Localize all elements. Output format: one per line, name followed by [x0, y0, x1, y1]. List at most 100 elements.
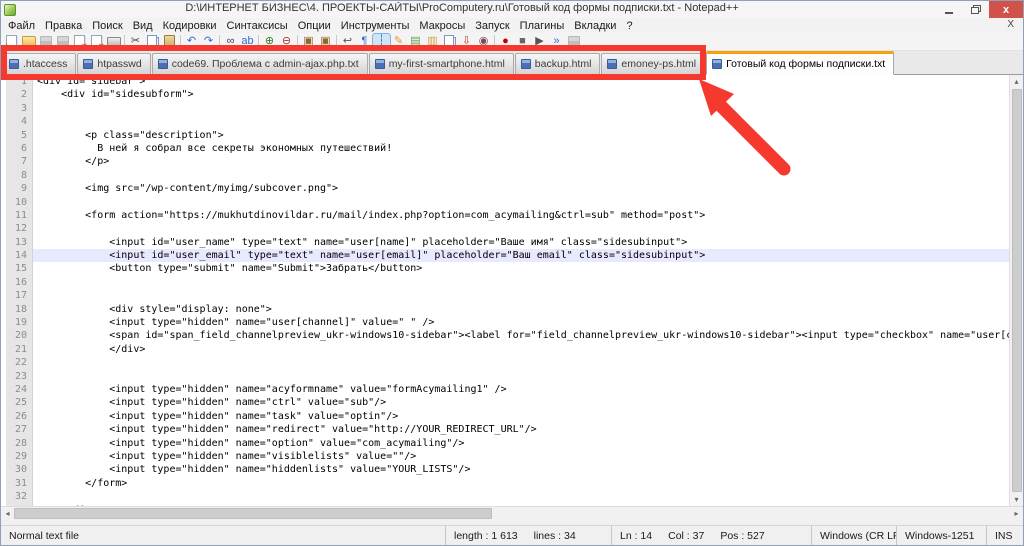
- menu-edit[interactable]: Правка: [40, 20, 87, 32]
- function-list-icon[interactable]: ▥: [424, 34, 441, 50]
- cut-icon[interactable]: ✂: [127, 34, 144, 50]
- restore-button[interactable]: [962, 1, 989, 18]
- close-all-icon[interactable]: [88, 34, 105, 50]
- find-icon[interactable]: ∞: [222, 34, 239, 50]
- menu-settings[interactable]: Опции: [293, 20, 336, 32]
- vertical-scrollbar[interactable]: ▴ ▾: [1009, 75, 1023, 506]
- redo-icon[interactable]: ↷: [200, 34, 217, 50]
- macro-play-icon[interactable]: ▶: [531, 34, 548, 50]
- copy-icon[interactable]: [144, 34, 161, 50]
- open-file-icon[interactable]: [20, 34, 37, 50]
- code-line-text: </p>: [33, 155, 1009, 168]
- restore-icon: [971, 7, 979, 14]
- sync-vertical-scroll-icon[interactable]: ▣: [300, 34, 317, 50]
- menu-encoding[interactable]: Кодировки: [158, 20, 222, 32]
- monitoring-icon[interactable]: ◉: [475, 34, 492, 50]
- status-encoding[interactable]: Windows-1251: [896, 526, 986, 545]
- menu-search[interactable]: Поиск: [87, 20, 127, 32]
- scroll-down-icon[interactable]: ▾: [1010, 493, 1023, 506]
- menu-file[interactable]: Файл: [3, 20, 40, 32]
- code-line-text: [33, 115, 1009, 128]
- menu-tabs[interactable]: Вкладки: [569, 20, 621, 32]
- tab-htpasswd[interactable]: htpasswd: [77, 53, 150, 74]
- line-number: 2: [6, 88, 33, 101]
- tab-code69[interactable]: code69. Проблема с admin-ajax.php.txt: [152, 53, 368, 74]
- print-icon[interactable]: [105, 34, 122, 50]
- save-all-icon[interactable]: [54, 34, 71, 50]
- line-number: 16: [6, 276, 33, 289]
- sync-horizontal-scroll-icon[interactable]: ▣: [317, 34, 334, 50]
- code-line: 22: [1, 356, 1009, 369]
- code-line: 7 </p>: [1, 155, 1009, 168]
- line-number: 15: [6, 262, 33, 275]
- scroll-up-icon[interactable]: ▴: [1010, 75, 1023, 88]
- menu-tools[interactable]: Инструменты: [336, 20, 415, 32]
- line-number: 6: [6, 142, 33, 155]
- save-icon[interactable]: [37, 34, 54, 50]
- macro-run-multiple-icon[interactable]: »: [548, 34, 565, 50]
- code-line: 6 В ней я собрал все секреты экономных п…: [1, 142, 1009, 155]
- menu-run[interactable]: Запуск: [470, 20, 514, 32]
- scroll-right-icon[interactable]: ▸: [1010, 509, 1023, 518]
- macro-save-icon[interactable]: [565, 34, 582, 50]
- code-line: 16: [1, 276, 1009, 289]
- menu-view[interactable]: Вид: [128, 20, 158, 32]
- doc-switcher-icon[interactable]: [441, 34, 458, 50]
- zoom-out-icon[interactable]: ⊖: [278, 34, 295, 50]
- code-area[interactable]: 1 <div id="sidebar"> 2 <div id="sidesubf…: [1, 75, 1009, 506]
- macro-record-icon[interactable]: ●: [497, 34, 514, 50]
- status-insert-mode[interactable]: INS: [986, 526, 1023, 545]
- vertical-scroll-thumb[interactable]: [1012, 89, 1022, 492]
- line-number: 12: [6, 222, 33, 235]
- saved-file-icon: [521, 59, 531, 69]
- new-file-icon[interactable]: [3, 34, 20, 50]
- close-document-button[interactable]: X: [1000, 19, 1021, 30]
- scroll-left-icon[interactable]: ◂: [1, 509, 14, 518]
- code-line-text: В ней я собрал все секреты экономных пут…: [33, 142, 1009, 155]
- text-editor[interactable]: 1 <div id="sidebar"> 2 <div id="sidesubf…: [1, 75, 1023, 506]
- paste-icon[interactable]: [161, 34, 178, 50]
- document-map-icon[interactable]: ▤: [407, 34, 424, 50]
- code-line: 12: [1, 222, 1009, 235]
- tab-my-first-smartphone[interactable]: my-first-smartphone.html: [369, 53, 514, 74]
- horizontal-scroll-track[interactable]: [14, 507, 1010, 520]
- tab-label: emoney-ps.html: [621, 58, 696, 70]
- replace-icon[interactable]: ab: [239, 34, 256, 50]
- show-indent-guide-icon[interactable]: ┆: [373, 34, 390, 50]
- tab-backup[interactable]: backup.html: [515, 53, 601, 74]
- horizontal-scrollbar[interactable]: ◂ ▸: [1, 506, 1023, 520]
- code-line: 32: [1, 490, 1009, 503]
- close-button[interactable]: x: [989, 1, 1023, 18]
- horizontal-scroll-thumb[interactable]: [14, 508, 492, 519]
- line-number: 25: [6, 396, 33, 409]
- tab-label: my-first-smartphone.html: [389, 58, 505, 70]
- code-line-text: <form action="https://mukhutdinovildar.r…: [33, 209, 1009, 222]
- user-defined-dialog-icon[interactable]: ✎: [390, 34, 407, 50]
- tab-active-file[interactable]: Готовый код формы подписки.txt: [706, 51, 894, 75]
- status-eol-format[interactable]: Windows (CR LF): [811, 526, 896, 545]
- tab-htaccess[interactable]: .htaccess: [3, 53, 76, 74]
- menu-plugins[interactable]: Плагины: [515, 20, 570, 32]
- export-icon[interactable]: ⇩: [458, 34, 475, 50]
- zoom-in-icon[interactable]: ⊕: [261, 34, 278, 50]
- undo-icon[interactable]: ↶: [183, 34, 200, 50]
- code-line: 14 <input id="user_email" type="text" na…: [1, 249, 1009, 262]
- menu-help[interactable]: ?: [621, 20, 637, 32]
- notepadpp-window: D:\ИНТЕРНЕТ БИЗНЕС\4. ПРОЕКТЫ-САЙТЫ\ProC…: [0, 0, 1024, 546]
- menu-macro[interactable]: Макросы: [414, 20, 470, 32]
- code-line-text: <input type="hidden" name="acyformname" …: [33, 383, 1009, 396]
- menu-language[interactable]: Синтаксисы: [222, 20, 293, 32]
- line-number: 32: [6, 490, 33, 503]
- status-doc-type: Normal text file: [1, 526, 445, 545]
- line-number: 27: [6, 423, 33, 436]
- title-bar: D:\ИНТЕРНЕТ БИЗНЕС\4. ПРОЕКТЫ-САЙТЫ\ProC…: [1, 1, 1023, 18]
- word-wrap-icon[interactable]: ↩: [339, 34, 356, 50]
- show-all-characters-icon[interactable]: ¶: [356, 34, 373, 50]
- code-line: 2 <div id="sidesubform">: [1, 88, 1009, 101]
- code-line: 17: [1, 289, 1009, 302]
- tab-emoney-ps[interactable]: emoney-ps.html: [601, 53, 705, 74]
- close-file-icon[interactable]: [71, 34, 88, 50]
- macro-stop-icon[interactable]: ■: [514, 34, 531, 50]
- status-line: Ln : 14: [620, 530, 652, 542]
- minimize-button[interactable]: [935, 1, 962, 18]
